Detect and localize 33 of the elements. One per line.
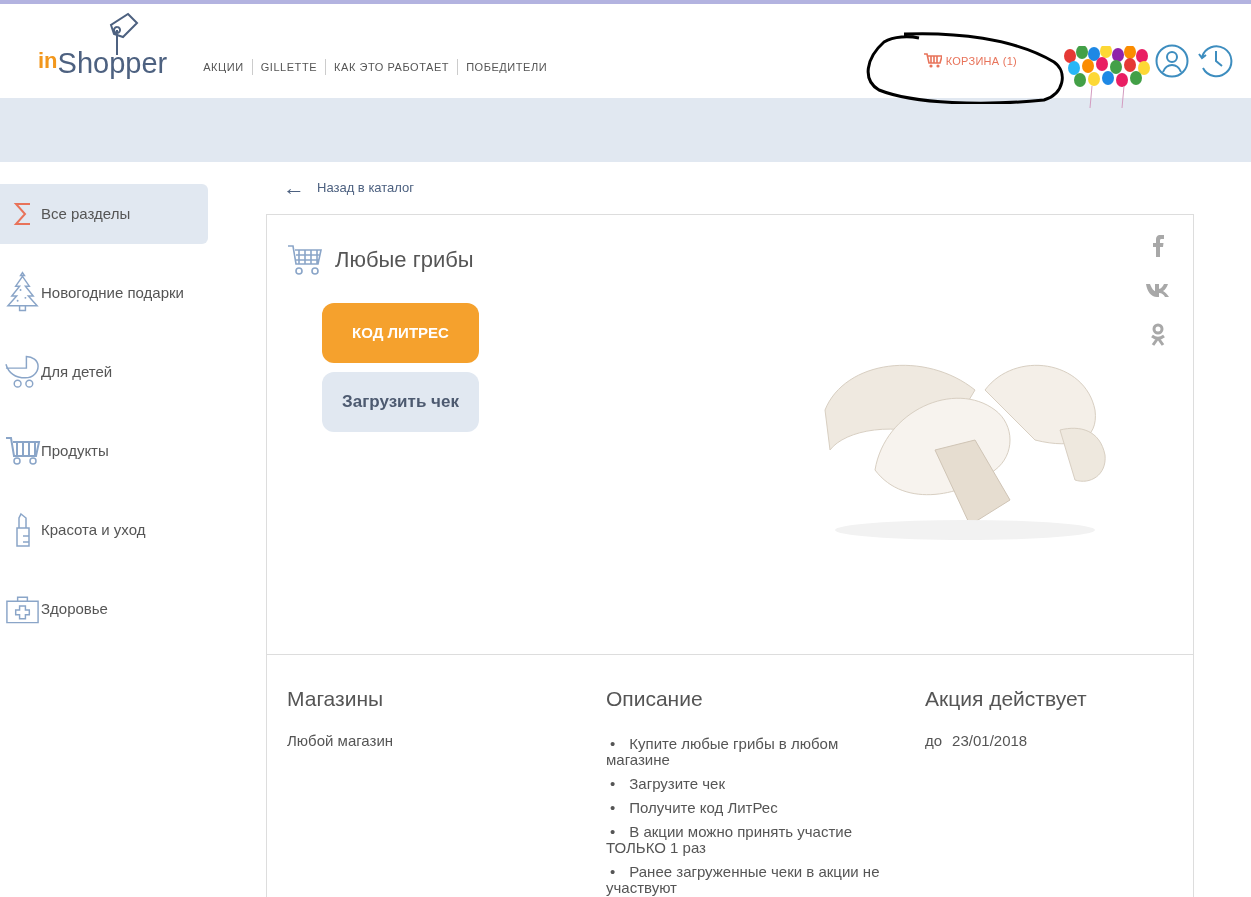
facebook-icon[interactable] (1152, 235, 1164, 257)
section-heading: Акция действует (925, 686, 1088, 712)
category-item[interactable]: Новогодние подарки (0, 263, 208, 323)
upload-receipt-button[interactable]: Загрузить чек (322, 372, 479, 432)
description-item: • Ранее загруженные чеки в акции не участвуют (606, 863, 881, 896)
description-item: • В акции можно принять участие ТОЛЬКО 1 раз (606, 823, 854, 856)
category-item[interactable]: Все разделы (0, 184, 208, 244)
category-item[interactable]: Продукты (0, 421, 208, 481)
description-item: • Загрузите чек (609, 775, 726, 792)
description-item: • Купите любые грибы в любом магазине (606, 735, 840, 768)
nav-link[interactable]: АКЦИИ (195, 58, 252, 75)
description-item: • Получите код ЛитРес (609, 799, 779, 816)
user-icon[interactable] (1155, 44, 1189, 78)
stroller-icon (4, 354, 41, 390)
category-item[interactable]: Для детей (0, 342, 208, 402)
nav-link[interactable]: GILLETTE (251, 58, 326, 75)
category-item[interactable]: Здоровье (0, 579, 208, 639)
nav-link[interactable]: КАК ЭТО РАБОТАЕТ (325, 58, 458, 75)
cart-icon (287, 243, 323, 276)
ok-icon[interactable] (1150, 323, 1166, 347)
store-text: Любой магазин (287, 730, 395, 751)
category-item[interactable]: Красота и уход (0, 500, 208, 560)
nav-link[interactable]: ПОБЕДИТЕЛИ (457, 58, 556, 75)
section-heading: Магазины (287, 686, 385, 712)
until-label: до (925, 730, 943, 751)
offer-title: Любые грибы (335, 246, 474, 274)
back-link[interactable]: ← Назад в каталог (266, 162, 1194, 214)
cart-icon (923, 53, 942, 69)
section-heading: Описание (606, 686, 704, 712)
history-icon[interactable] (1197, 44, 1233, 78)
cart-icon (4, 436, 41, 466)
end-date: 23/01/2018 (952, 730, 1028, 751)
vk-icon[interactable] (1146, 283, 1170, 297)
